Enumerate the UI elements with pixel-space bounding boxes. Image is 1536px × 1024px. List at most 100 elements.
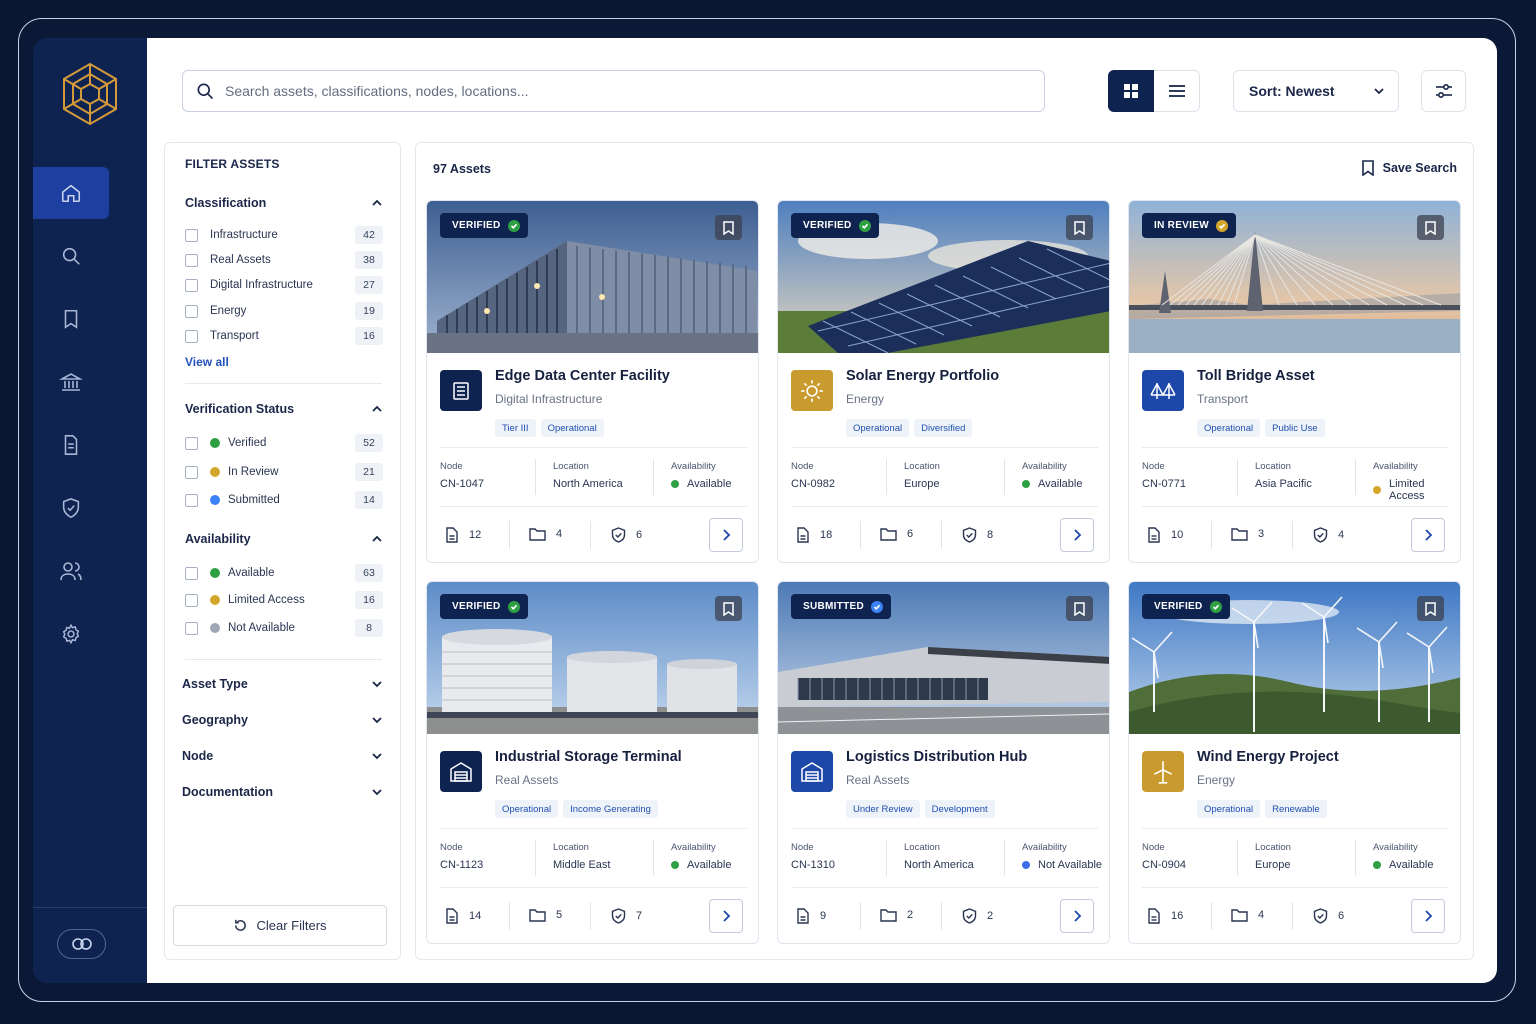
asset-title[interactable]: Solar Energy Portfolio xyxy=(846,368,999,384)
bookmark-button[interactable] xyxy=(1417,215,1444,240)
search-bar[interactable] xyxy=(182,70,1045,112)
verified-dot-icon xyxy=(210,438,220,448)
classification-option[interactable]: Real Assets 38 xyxy=(185,250,383,270)
location-value: Europe xyxy=(1255,859,1291,871)
asset-card[interactable]: IN REVIEW Toll Bridge Asset Transport Op… xyxy=(1128,200,1461,563)
search-icon xyxy=(62,247,80,265)
nav-bookmarks[interactable] xyxy=(33,293,109,345)
availability-text: Available xyxy=(1038,478,1083,490)
open-asset-button[interactable] xyxy=(1411,518,1445,552)
asset-title[interactable]: Wind Energy Project xyxy=(1197,749,1339,765)
classification-option[interactable]: Energy 19 xyxy=(185,301,383,321)
classification-section-header[interactable]: Classification xyxy=(185,196,383,210)
checkbox[interactable] xyxy=(185,465,198,479)
asset-type-section[interactable]: Asset Type xyxy=(182,677,383,691)
geography-section[interactable]: Geography xyxy=(182,713,383,727)
chevron-right-icon xyxy=(723,910,731,922)
verification-option[interactable]: Submitted 14 xyxy=(185,490,383,510)
node-label: Node xyxy=(1142,461,1165,472)
availability-text: Available xyxy=(687,478,732,490)
asset-card[interactable]: VERIFIED Industrial Storage Terminal Rea… xyxy=(426,581,759,944)
checkbox[interactable] xyxy=(185,329,198,343)
option-label: In Review xyxy=(228,466,279,478)
availability-section-header[interactable]: Availability xyxy=(185,532,383,546)
open-asset-button[interactable] xyxy=(1060,899,1094,933)
divider xyxy=(1004,840,1005,876)
open-asset-button[interactable] xyxy=(709,899,743,933)
divider xyxy=(1142,447,1449,448)
classification-option[interactable]: Digital Infrastructure 27 xyxy=(185,275,383,295)
asset-card[interactable]: SUBMITTED Logistics Distribution Hub Rea… xyxy=(777,581,1110,944)
nav-users[interactable] xyxy=(33,545,109,597)
search-input[interactable] xyxy=(225,83,1005,99)
sort-dropdown[interactable]: Sort: Newest xyxy=(1233,70,1399,112)
shield-check-icon xyxy=(1313,527,1328,543)
asset-title[interactable]: Toll Bridge Asset xyxy=(1197,368,1315,384)
classification-title: Classification xyxy=(185,196,267,210)
checkbox[interactable] xyxy=(185,621,198,635)
nav-institutions[interactable] xyxy=(33,356,109,408)
nav-search[interactable] xyxy=(33,230,109,282)
nav-home[interactable] xyxy=(33,167,109,219)
divider xyxy=(1142,828,1449,829)
option-count: 38 xyxy=(355,251,383,269)
asset-card[interactable]: VERIFIED Solar Energy Portfolio Energy O… xyxy=(777,200,1110,563)
clear-filters-button[interactable]: Clear Filters xyxy=(173,905,387,946)
divider xyxy=(860,521,861,549)
availability-option[interactable]: Limited Access 16 xyxy=(185,590,383,610)
asset-card[interactable]: VERIFIED Wind Energy Project Energy Oper… xyxy=(1128,581,1461,944)
grid-view-button[interactable] xyxy=(1108,70,1154,112)
checkbox[interactable] xyxy=(185,566,198,580)
checkbox[interactable] xyxy=(185,304,198,318)
checkbox[interactable] xyxy=(185,493,198,507)
asset-title[interactable]: Logistics Distribution Hub xyxy=(846,749,1027,765)
bookmark-button[interactable] xyxy=(715,215,742,240)
node-section[interactable]: Node xyxy=(182,749,383,763)
checkbox[interactable] xyxy=(185,253,198,267)
verification-option[interactable]: In Review 21 xyxy=(185,462,383,482)
availability-option[interactable]: Not Available 8 xyxy=(185,618,383,638)
view-all-link[interactable]: View all xyxy=(185,355,229,369)
documentation-section[interactable]: Documentation xyxy=(182,785,383,799)
divider xyxy=(791,887,1098,888)
filter-settings-button[interactable] xyxy=(1421,70,1466,112)
folders-stat: 3 xyxy=(1231,527,1264,541)
documents-stat: 10 xyxy=(1147,527,1183,543)
nav-documents[interactable] xyxy=(33,419,109,471)
availability-option[interactable]: Available 63 xyxy=(185,563,383,583)
classification-option[interactable]: Transport 16 xyxy=(185,326,383,346)
divider xyxy=(590,902,591,930)
nav-settings[interactable] xyxy=(33,608,109,660)
classification-option[interactable]: Infrastructure 42 xyxy=(185,225,383,245)
verification-section-header[interactable]: Verification Status xyxy=(185,402,383,416)
document-icon xyxy=(446,908,458,924)
open-asset-button[interactable] xyxy=(1060,518,1094,552)
folders-count: 4 xyxy=(556,528,563,540)
nav-verification[interactable] xyxy=(33,482,109,534)
checkbox[interactable] xyxy=(185,593,198,607)
open-asset-button[interactable] xyxy=(709,518,743,552)
bookmark-icon xyxy=(1074,601,1085,616)
bookmark-button[interactable] xyxy=(1066,596,1093,621)
divider xyxy=(1292,902,1293,930)
section-label: Geography xyxy=(182,713,248,727)
verifications-count: 8 xyxy=(987,529,994,541)
asset-title[interactable]: Industrial Storage Terminal xyxy=(495,749,682,765)
node-value: CN-0771 xyxy=(1142,478,1187,490)
save-search-button[interactable]: Save Search xyxy=(1361,160,1457,176)
asset-title[interactable]: Edge Data Center Facility xyxy=(495,368,670,384)
availability-label: Availability xyxy=(1022,461,1067,472)
node-value: CN-0904 xyxy=(1142,859,1187,871)
checkbox[interactable] xyxy=(185,436,198,450)
bookmark-button[interactable] xyxy=(715,596,742,621)
checkbox[interactable] xyxy=(185,278,198,292)
bookmark-button[interactable] xyxy=(1417,596,1444,621)
list-view-button[interactable] xyxy=(1154,70,1200,112)
open-asset-button[interactable] xyxy=(1411,899,1445,933)
bookmark-button[interactable] xyxy=(1066,215,1093,240)
checkbox[interactable] xyxy=(185,228,198,242)
server-icon xyxy=(440,370,482,411)
asset-card[interactable]: VERIFIED Edge Data Center Facility Digit… xyxy=(426,200,759,563)
verification-option[interactable]: Verified 52 xyxy=(185,433,383,453)
sidebar-toggle[interactable] xyxy=(57,929,106,959)
